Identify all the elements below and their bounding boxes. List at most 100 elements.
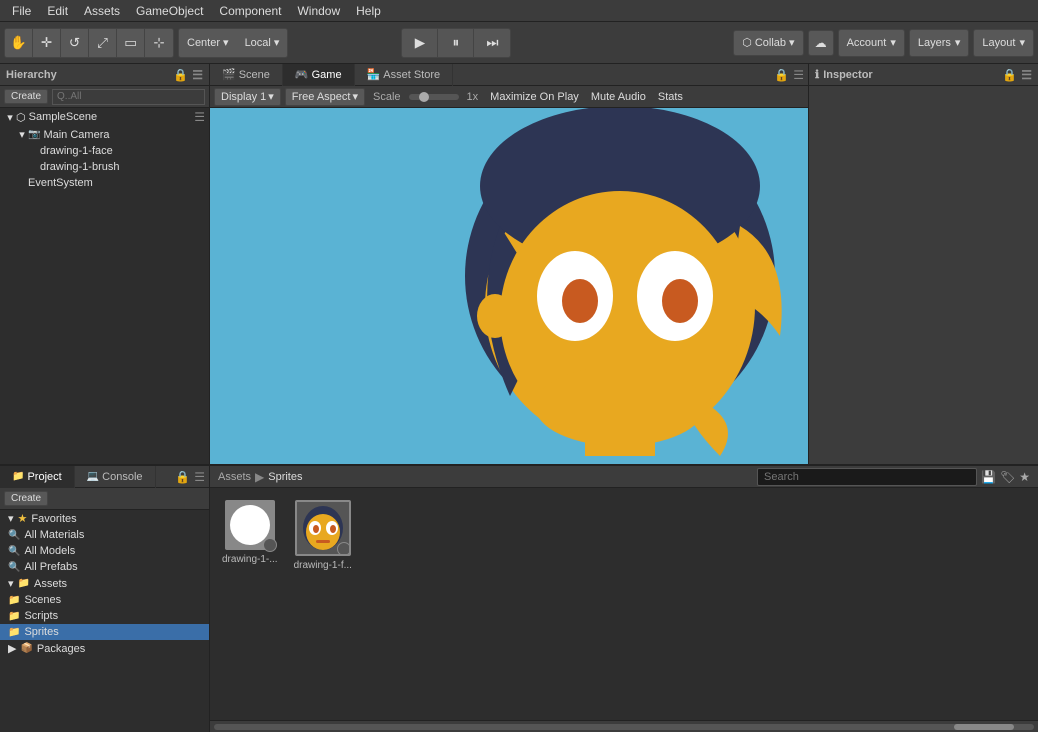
space-button[interactable]: Local ▾ (237, 29, 288, 57)
game-viewport (210, 108, 808, 464)
all-materials-icon: 🔍 (8, 530, 20, 541)
tab-game[interactable]: 🎮 Game (283, 64, 355, 86)
hierarchy-create-button[interactable]: Create (4, 89, 48, 104)
tab-project[interactable]: 📁 Project (0, 466, 75, 488)
pause-button[interactable]: ⏸ (438, 29, 474, 57)
tab-scene-icon: 🎬 (222, 68, 236, 81)
play-button[interactable]: ▶ (402, 29, 438, 57)
scene-name: SampleScene (29, 111, 98, 123)
all-materials-label: All Materials (24, 529, 84, 541)
drawing-brush-item[interactable]: drawing-1-brush (0, 159, 209, 175)
collab-dropdown-icon: ▾ (789, 36, 795, 49)
pivot-button[interactable]: Center ▾ (179, 29, 237, 57)
asset-grid: drawing-1-... (218, 496, 1030, 575)
project-tree: ▾ ★ Favorites 🔍 All Materials 🔍 All Mode… (0, 510, 209, 732)
hand-tool-button[interactable]: ✋ (5, 29, 33, 57)
hierarchy-menu-icon[interactable]: ☰ (192, 68, 203, 82)
step-button[interactable]: ⏭ (474, 29, 510, 57)
project-search-input[interactable] (757, 468, 977, 486)
tab-console[interactable]: 💻 Console (75, 466, 156, 488)
bottom-left-panel: 📁 Project 💻 Console 🔒 ☰ Create ▾ ★ Favor… (0, 466, 210, 732)
all-models-item[interactable]: 🔍 All Models (0, 543, 209, 559)
all-materials-item[interactable]: 🔍 All Materials (0, 527, 209, 543)
filter-icon[interactable]: 🏷 (1000, 470, 1015, 484)
rotate-tool-button[interactable]: ↺ (61, 29, 89, 57)
hierarchy-panel: Hierarchy 🔒 ☰ Create ▾ ⬡ SampleScene ☰ ▾… (0, 64, 210, 464)
character-svg (420, 108, 808, 464)
layout-button[interactable]: Layout ▾ (973, 29, 1034, 57)
sprites-folder-icon: 📁 (8, 627, 20, 638)
scene-menu-icon[interactable]: ☰ (194, 110, 205, 124)
bottom-menu-icon[interactable]: ☰ (194, 470, 205, 484)
inspector-header: ℹ Inspector 🔒 ☰ (809, 64, 1038, 86)
scene-root-item[interactable]: ▾ ⬡ SampleScene ☰ (0, 108, 209, 126)
packages-expand: ▶ (8, 642, 16, 655)
scripts-item[interactable]: 📁 Scripts (0, 608, 209, 624)
breadcrumb-assets[interactable]: Assets (218, 471, 251, 483)
center-panel-icons: 🔒 ☰ (774, 68, 808, 82)
menu-bar: File Edit Assets GameObject Component Wi… (0, 0, 1038, 22)
scrollbar-track[interactable] (214, 724, 1034, 730)
breadcrumb-sprites[interactable]: Sprites (268, 471, 302, 483)
inspector-menu-icon[interactable]: ☰ (1021, 68, 1032, 82)
toolbar: ✋ ✛ ↺ ⤢ ▭ ⊹ Center ▾ Local ▾ ▶ ⏸ ⏭ ⬡ Col… (0, 22, 1038, 64)
scale-tool-button[interactable]: ⤢ (89, 29, 117, 57)
maximize-on-play-label[interactable]: Maximize On Play (490, 91, 579, 103)
asset-item-brush[interactable]: drawing-1-... (218, 496, 282, 575)
bottom-lock-icon[interactable]: 🔒 (175, 470, 190, 484)
scale-value: 1x (467, 91, 479, 103)
account-button[interactable]: Account ▾ (838, 29, 905, 57)
sprites-item[interactable]: 📁 Sprites (0, 624, 209, 640)
menu-help[interactable]: Help (348, 2, 389, 20)
cloud-button[interactable]: ☁ (808, 30, 834, 56)
collab-button[interactable]: ⬡ Collab ▾ (733, 30, 803, 56)
inspector-lock-icon[interactable]: 🔒 (1002, 68, 1017, 82)
main-camera-item[interactable]: ▾ 📷 Main Camera (0, 126, 209, 143)
tab-scene[interactable]: 🎬 Scene (210, 64, 283, 86)
center-lock-icon[interactable]: 🔒 (774, 68, 789, 82)
menu-edit[interactable]: Edit (39, 2, 76, 20)
account-dropdown-icon: ▾ (890, 36, 896, 49)
assets-folder-icon: 📁 (18, 578, 30, 589)
center-menu-icon[interactable]: ☰ (793, 68, 804, 82)
mute-audio-label[interactable]: Mute Audio (591, 91, 646, 103)
asset-grid-area: drawing-1-... (210, 488, 1038, 720)
collab-icon: ⬡ (742, 36, 752, 49)
layers-dropdown-icon: ▾ (955, 36, 961, 49)
rect-tool-button[interactable]: ▭ (117, 29, 145, 57)
menu-file[interactable]: File (4, 2, 39, 20)
brush-badge (263, 538, 277, 552)
save-search-icon[interactable]: 💾 (981, 470, 996, 484)
stats-label[interactable]: Stats (658, 91, 683, 103)
scenes-item[interactable]: 📁 Scenes (0, 592, 209, 608)
menu-window[interactable]: Window (289, 2, 348, 20)
layers-button[interactable]: Layers ▾ (909, 29, 970, 57)
asset-thumb-face (295, 500, 351, 556)
hierarchy-item-label: Main Camera (43, 129, 109, 141)
assets-tree-header[interactable]: ▾ 📁 Assets (0, 575, 209, 592)
event-system-item[interactable]: EventSystem (0, 175, 209, 191)
aspect-dropdown[interactable]: Free Aspect ▾ (285, 88, 365, 106)
menu-gameobject[interactable]: GameObject (128, 2, 211, 20)
scale-slider[interactable] (409, 94, 459, 100)
transform-tool-button[interactable]: ⊹ (145, 29, 173, 57)
packages-label: Packages (37, 643, 85, 655)
hierarchy-lock-icon[interactable]: 🔒 (173, 68, 188, 82)
bottom-create-toolbar: Create (0, 488, 209, 510)
project-create-button[interactable]: Create (4, 491, 48, 506)
display-dropdown[interactable]: Display 1 ▾ (214, 88, 281, 106)
menu-assets[interactable]: Assets (76, 2, 128, 20)
tab-asset-store[interactable]: 🏪 Asset Store (355, 64, 454, 86)
scene-expand-arrow: ▾ (4, 111, 16, 124)
star-icon[interactable]: ★ (1019, 470, 1030, 484)
camera-icon: 📷 (28, 129, 40, 140)
aspect-label: Free Aspect (292, 91, 351, 103)
packages-header[interactable]: ▶ 📦 Packages (0, 640, 209, 657)
favorites-header[interactable]: ▾ ★ Favorites (0, 510, 209, 527)
drawing-face-item[interactable]: drawing-1-face (0, 143, 209, 159)
move-tool-button[interactable]: ✛ (33, 29, 61, 57)
asset-item-face[interactable]: drawing-1-f... (290, 496, 356, 575)
all-prefabs-item[interactable]: 🔍 All Prefabs (0, 559, 209, 575)
menu-component[interactable]: Component (211, 2, 289, 20)
hierarchy-search-input[interactable] (52, 89, 205, 105)
